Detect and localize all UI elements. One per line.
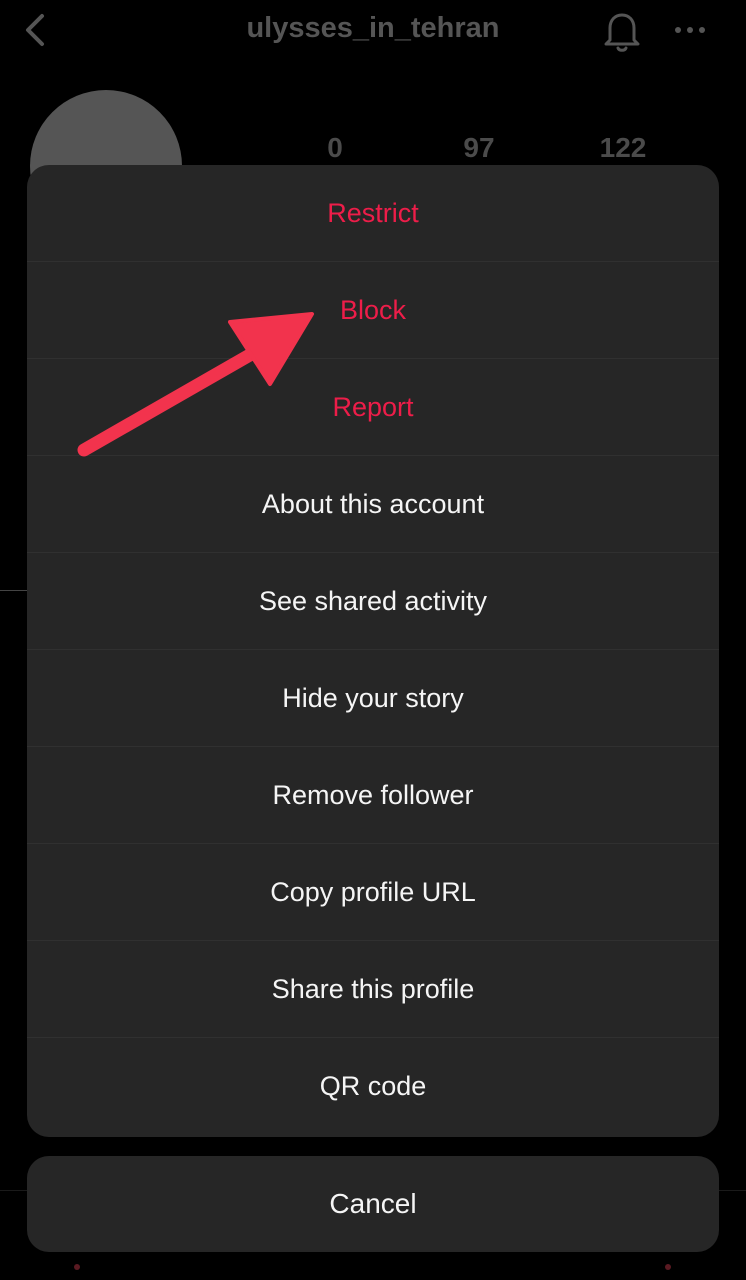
followers-count[interactable]: 97 (434, 132, 524, 164)
share-profile-button[interactable]: Share this profile (27, 941, 719, 1038)
block-button[interactable]: Block (27, 262, 719, 359)
posts-count: 0 (327, 132, 343, 163)
following-count[interactable]: 122 (578, 132, 668, 164)
profile-actions-sheet: Restrict Block Report About this account… (27, 165, 719, 1137)
top-bar: ulysses_in_tehran (0, 0, 746, 62)
profile-screen: ulysses_in_tehran 0 97 122 Restrict Bloc… (0, 0, 746, 1280)
divider (0, 590, 30, 591)
hide-story-button[interactable]: Hide your story (27, 650, 719, 747)
qr-code-button[interactable]: QR code (27, 1038, 719, 1135)
more-horizontal-icon[interactable] (670, 18, 710, 42)
notification-dot (74, 1264, 80, 1270)
cancel-button[interactable]: Cancel (27, 1156, 719, 1252)
bell-icon[interactable] (600, 8, 644, 54)
notification-dot (665, 1264, 671, 1270)
restrict-button[interactable]: Restrict (27, 165, 719, 262)
copy-profile-url-button[interactable]: Copy profile URL (27, 844, 719, 941)
see-shared-activity-button[interactable]: See shared activity (27, 553, 719, 650)
report-button[interactable]: Report (27, 359, 719, 456)
about-account-button[interactable]: About this account (27, 456, 719, 553)
remove-follower-button[interactable]: Remove follower (27, 747, 719, 844)
